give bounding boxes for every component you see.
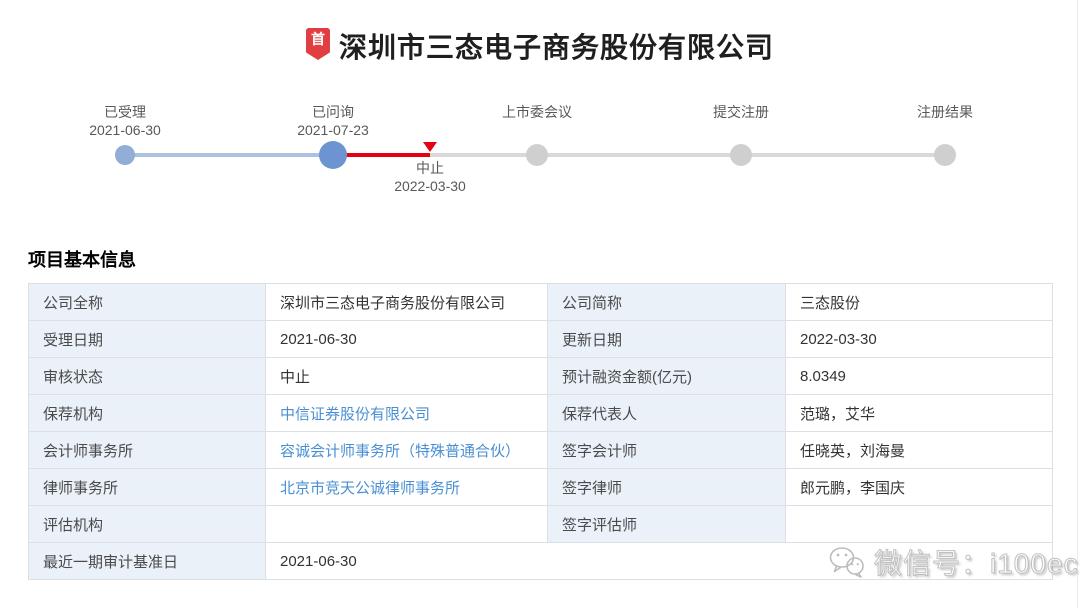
row-label: 公司全称 <box>28 283 266 321</box>
project-basic-info-table: 公司全称 深圳市三态电子商务股份有限公司 公司简称 三态股份 受理日期 2021… <box>28 283 1053 580</box>
row-value <box>785 505 1053 543</box>
step-label: 提交注册 <box>713 104 769 120</box>
first-badge-icon: 首 <box>305 28 330 60</box>
timeline-dot-registration-result <box>934 144 956 166</box>
timeline-segment-done <box>125 153 333 157</box>
row-label: 审核状态 <box>28 357 266 395</box>
timeline-segment-pending <box>537 153 741 157</box>
page-edge-divider <box>1077 0 1078 608</box>
interrupt-label: 中止 <box>416 160 444 176</box>
row-label: 保荐机构 <box>28 394 266 432</box>
page-header: 首 深圳市三态电子商务股份有限公司 <box>0 26 1080 66</box>
row-value: 深圳市三态电子商务股份有限公司 <box>265 283 548 321</box>
step-label: 上市委会议 <box>502 104 572 120</box>
accounting-firm-link[interactable]: 容诚会计师事务所（特殊普通合伙） <box>280 443 520 460</box>
row-label: 会计师事务所 <box>28 431 266 469</box>
step-date: 2021-07-23 <box>297 122 369 138</box>
wechat-watermark: 微信号：i100ec <box>828 542 1079 582</box>
timeline-step-listing-committee: 上市委会议 <box>447 103 627 121</box>
row-label: 律师事务所 <box>28 468 266 506</box>
row-value: 容诚会计师事务所（特殊普通合伙） <box>265 431 548 469</box>
interrupt-date: 2022-03-30 <box>394 178 466 194</box>
row-label: 预计融资金额(亿元) <box>547 357 786 395</box>
row-value: 三态股份 <box>785 283 1053 321</box>
first-badge-label: 首 <box>310 31 325 47</box>
law-firm-link[interactable]: 北京市竞天公诚律师事务所 <box>280 480 460 497</box>
sponsor-link[interactable]: 中信证券股份有限公司 <box>280 406 430 423</box>
step-label: 注册结果 <box>917 104 973 120</box>
row-label: 签字会计师 <box>547 431 786 469</box>
wechat-icon <box>829 547 864 578</box>
ipo-progress-timeline: 已受理 2021-06-30 已问询 2021-07-23 上市委会议 提交注册… <box>0 95 1080 205</box>
step-date: 2021-06-30 <box>89 122 161 138</box>
table-row: 保荐机构 中信证券股份有限公司 保荐代表人 范璐，艾华 <box>28 394 1053 432</box>
row-value: 任晓英，刘海曼 <box>785 431 1053 469</box>
timeline-dot-listing-committee <box>526 144 548 166</box>
table-row: 公司全称 深圳市三态电子商务股份有限公司 公司简称 三态股份 <box>28 283 1053 321</box>
row-label: 签字评估师 <box>547 505 786 543</box>
row-value: 2022-03-30 <box>785 320 1053 358</box>
interrupt-arrow-icon <box>423 142 437 152</box>
timeline-dot-inquired <box>319 141 347 169</box>
row-label: 受理日期 <box>28 320 266 358</box>
row-label: 评估机构 <box>28 505 266 543</box>
timeline-segment-interrupted <box>333 153 430 157</box>
timeline-step-submit-registration: 提交注册 <box>651 103 831 121</box>
table-row: 会计师事务所 容诚会计师事务所（特殊普通合伙） 签字会计师 任晓英，刘海曼 <box>28 431 1053 469</box>
row-label: 更新日期 <box>547 320 786 358</box>
timeline-step-registration-result: 注册结果 <box>855 103 1035 121</box>
row-value <box>265 505 548 543</box>
table-row: 律师事务所 北京市竞天公诚律师事务所 签字律师 郎元鹏，李国庆 <box>28 468 1053 506</box>
interrupt-marker: 中止 2022-03-30 <box>350 159 510 195</box>
step-label: 已受理 <box>104 104 146 120</box>
row-value: 中信证券股份有限公司 <box>265 394 548 432</box>
section-title: 项目基本信息 <box>28 250 136 270</box>
row-label: 保荐代表人 <box>547 394 786 432</box>
row-value: 中止 <box>265 357 548 395</box>
timeline-step-inquired: 已问询 2021-07-23 <box>243 103 423 139</box>
timeline-segment-pending <box>430 153 537 157</box>
row-value: 北京市竞天公诚律师事务所 <box>265 468 548 506</box>
wechat-id-text: 微信号：i100ec <box>874 548 1079 580</box>
timeline-segment-pending <box>741 153 945 157</box>
timeline-step-accepted: 已受理 2021-06-30 <box>35 103 215 139</box>
row-label: 公司简称 <box>547 283 786 321</box>
timeline-dot-submit-registration <box>730 144 752 166</box>
page-title: 深圳市三态电子商务股份有限公司 <box>338 32 774 63</box>
row-value: 郎元鹏，李国庆 <box>785 468 1053 506</box>
row-label: 最近一期审计基准日 <box>28 542 266 580</box>
step-label: 已问询 <box>312 104 354 120</box>
table-row: 评估机构 签字评估师 <box>28 505 1053 543</box>
row-value: 范璐，艾华 <box>785 394 1053 432</box>
timeline-dot-accepted <box>115 145 135 165</box>
row-label: 签字律师 <box>547 468 786 506</box>
row-value: 2021-06-30 <box>265 320 548 358</box>
table-row: 受理日期 2021-06-30 更新日期 2022-03-30 <box>28 320 1053 358</box>
table-row: 审核状态 中止 预计融资金额(亿元) 8.0349 <box>28 357 1053 395</box>
row-value: 8.0349 <box>785 357 1053 395</box>
